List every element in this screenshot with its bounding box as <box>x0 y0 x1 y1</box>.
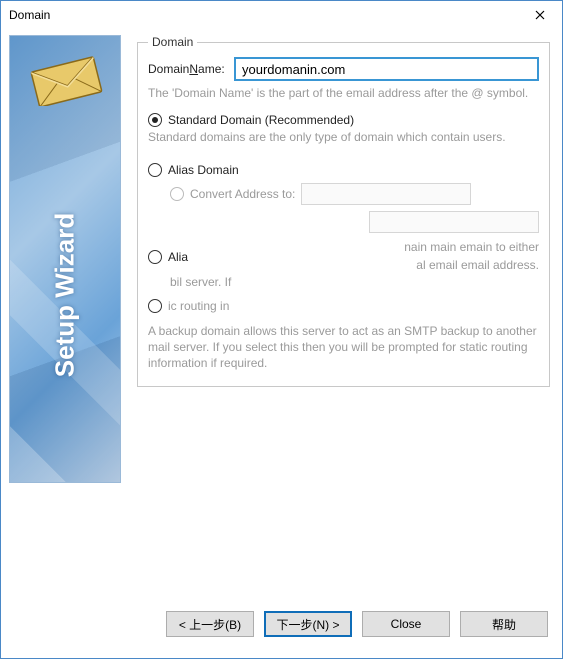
radio-alia-partial[interactable]: Alia <box>148 239 188 274</box>
convert-address-row-2 <box>148 211 539 233</box>
radio-icon <box>148 250 162 264</box>
convert-address-input <box>301 183 471 205</box>
radio-icon <box>148 299 162 313</box>
radio-label: Standard Domain (Recommended) <box>168 113 354 127</box>
domain-name-input[interactable] <box>234 57 539 81</box>
backup-domain-hint: A backup domain allows this server to ac… <box>148 323 539 372</box>
close-icon[interactable] <box>518 1 562 29</box>
radio-icon <box>148 113 162 127</box>
next-button[interactable]: 下一步(N) > <box>264 611 352 637</box>
dialog-window: Domain Setup Wizard Domain Do <box>0 0 563 659</box>
convert-address-label: Convert Address to: <box>190 187 295 201</box>
radio-icon <box>148 163 162 177</box>
radio-label: Alias Domain <box>168 163 239 177</box>
button-bar: < 上一步(B) 下一步(N) > Close 帮助 <box>1 604 562 658</box>
domain-name-hint: The 'Domain Name' is the part of the ema… <box>148 85 539 101</box>
titlebar: Domain <box>1 1 562 29</box>
radio-alias-domain[interactable]: Alias Domain <box>148 163 539 177</box>
fragment-text: bil server. If <box>170 274 539 291</box>
content-area: Domain Domain Name: The 'Domain Name' is… <box>137 35 554 604</box>
convert-address-row: Convert Address to: <box>170 183 539 205</box>
window-title: Domain <box>1 8 518 22</box>
wizard-sidebar-title: Setup Wizard <box>50 212 81 376</box>
back-button[interactable]: < 上一步(B) <box>166 611 254 637</box>
radio-routing-partial[interactable]: ic routing in <box>148 298 539 315</box>
standard-domain-hint: Standard domains are the only type of do… <box>148 129 539 145</box>
radio-label: ic routing in <box>168 298 229 315</box>
wizard-sidebar: Setup Wizard <box>9 35 121 483</box>
group-legend: Domain <box>148 35 197 49</box>
domain-name-row: Domain Name: <box>148 57 539 81</box>
envelope-icon <box>28 54 104 106</box>
dialog-body: Setup Wizard Domain Domain Name: The 'Do… <box>1 29 562 604</box>
corrupted-text-block: Alia nain main emain to either al email … <box>148 239 539 315</box>
radio-standard-domain[interactable]: Standard Domain (Recommended) <box>148 113 539 127</box>
convert-address-input-2 <box>369 211 539 233</box>
domain-name-label: Domain Name: <box>148 62 234 76</box>
close-button[interactable]: Close <box>362 611 450 637</box>
radio-label: Alia <box>168 250 188 264</box>
help-button[interactable]: 帮助 <box>460 611 548 637</box>
domain-group: Domain Domain Name: The 'Domain Name' is… <box>137 35 550 387</box>
radio-icon <box>170 187 184 201</box>
